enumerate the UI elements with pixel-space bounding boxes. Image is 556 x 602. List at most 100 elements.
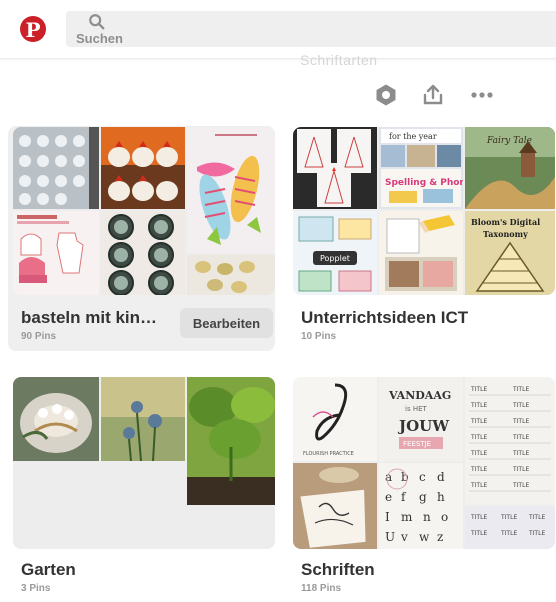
cover-image: TITLE TITLE TITLE TITLE TITLE TITLE xyxy=(465,507,555,549)
svg-text:h: h xyxy=(437,490,445,504)
board-schriften[interactable]: FLOURISH PRACTICE VANDAAG is HET JOUW FE… xyxy=(293,377,555,594)
flourish-caption: FLOURISH PRACTICE xyxy=(303,451,354,457)
cover-image xyxy=(187,377,275,505)
board-title[interactable]: basteln mit kin… xyxy=(21,308,157,328)
settings-hexagon-icon xyxy=(376,84,396,106)
board-cover[interactable] xyxy=(13,377,275,549)
cover-image: Fairy Tale xyxy=(465,127,555,209)
feestje-caption: FEESTJE xyxy=(403,440,431,448)
title-sample: TITLE xyxy=(470,530,487,537)
board-garten[interactable]: Garten 3 Pins xyxy=(13,377,275,594)
cover-image xyxy=(187,127,275,253)
fairy-tale-caption: Fairy Tale xyxy=(486,136,532,146)
title-sample: TITLE xyxy=(470,434,487,441)
board-cover[interactable] xyxy=(13,127,275,295)
cover-image xyxy=(13,377,99,461)
cover-image xyxy=(293,463,377,549)
svg-text:v: v xyxy=(400,530,408,544)
edit-board-button[interactable]: Bearbeiten xyxy=(180,308,273,338)
svg-text:I: I xyxy=(385,510,390,524)
board-pin-count: 118 Pins xyxy=(301,583,342,594)
more-dots-icon xyxy=(471,92,493,98)
title-sample: TITLE xyxy=(470,514,487,521)
cover-image: Popplet xyxy=(293,211,377,295)
title-sample: TITLE xyxy=(512,450,529,457)
vandaag-caption: VANDAAG xyxy=(388,389,451,402)
title-sample: TITLE xyxy=(470,402,487,409)
board-title[interactable]: Garten xyxy=(21,560,76,580)
svg-text:U: U xyxy=(385,530,395,544)
cover-image xyxy=(293,127,377,209)
cover-placeholder xyxy=(13,463,99,549)
cover-image: FLOURISH PRACTICE xyxy=(293,377,377,461)
board-cover[interactable]: for the year Spelling & Phonics Fairy Ta… xyxy=(293,127,555,295)
search-input[interactable]: Suchen xyxy=(76,31,123,46)
popplet-caption: Popplet xyxy=(320,254,350,263)
svg-text:o: o xyxy=(441,510,448,524)
board-pin-count: 90 Pins xyxy=(21,331,57,342)
title-sample: TITLE xyxy=(470,386,487,393)
svg-text:c: c xyxy=(419,470,426,484)
cover-image: for the year Spelling & Phonics xyxy=(379,127,463,209)
jouw-caption: JOUW xyxy=(397,417,450,435)
svg-text:a: a xyxy=(385,470,392,484)
search-bar[interactable]: Suchen xyxy=(66,11,556,47)
share-button[interactable] xyxy=(420,82,446,108)
title-sample: TITLE xyxy=(512,402,529,409)
share-upload-icon xyxy=(423,84,443,105)
cover-image xyxy=(101,211,185,295)
title-sample: TITLE xyxy=(500,514,517,521)
title-sample: TITLE xyxy=(512,434,529,441)
board-pin-count: 3 Pins xyxy=(21,583,51,594)
cover-image: abcd efgh Imno Uvwz xyxy=(379,463,463,549)
cover-image: Bloom's Digital Taxonomy xyxy=(465,211,555,295)
title-sample: TITLE xyxy=(470,418,487,425)
title-sample: TITLE xyxy=(512,386,529,393)
svg-text:g: g xyxy=(419,490,427,504)
logo-letter: P xyxy=(25,17,41,42)
svg-text:for the year: for the year xyxy=(389,132,437,141)
cover-image xyxy=(187,255,275,295)
top-header: P Suchen xyxy=(0,0,556,59)
title-sample: TITLE xyxy=(512,482,529,489)
cover-image: TITLE TITLE TITLE TITLE TITLE TITLE TITL… xyxy=(465,377,555,505)
title-sample: TITLE xyxy=(528,530,545,537)
is-het-caption: is HET xyxy=(405,405,428,413)
svg-text:w: w xyxy=(419,530,430,544)
title-sample: TITLE xyxy=(512,418,529,425)
more-options-button[interactable] xyxy=(469,82,495,108)
title-sample: TITLE xyxy=(470,450,487,457)
cover-image xyxy=(13,127,99,209)
cover-image xyxy=(13,211,99,295)
cover-image xyxy=(379,211,463,295)
svg-text:b: b xyxy=(401,470,409,484)
board-cover[interactable]: FLOURISH PRACTICE VANDAAG is HET JOUW FE… xyxy=(293,377,555,549)
cover-image xyxy=(101,127,185,209)
svg-text:z: z xyxy=(437,530,443,544)
board-title[interactable]: Unterrichtsideen ICT xyxy=(301,308,468,328)
svg-text:e: e xyxy=(385,490,392,504)
cover-image: VANDAAG is HET JOUW FEESTJE xyxy=(379,377,463,461)
ghost-title: Schriftarten xyxy=(300,52,378,68)
title-sample: TITLE xyxy=(470,466,487,473)
board-basteln[interactable]: basteln mit kin… 90 Pins xyxy=(13,127,275,342)
search-icon xyxy=(89,14,105,30)
spelling-caption: Spelling & Phonics xyxy=(385,178,463,188)
svg-text:Bloom's Digital: Bloom's Digital xyxy=(471,217,540,227)
cover-placeholder xyxy=(187,507,275,549)
cover-image xyxy=(101,377,185,461)
svg-text:n: n xyxy=(423,510,431,524)
settings-button[interactable] xyxy=(373,82,399,108)
board-pin-count: 10 Pins xyxy=(301,331,337,342)
title-sample: TITLE xyxy=(512,466,529,473)
title-sample: TITLE xyxy=(500,530,517,537)
cover-placeholder xyxy=(101,463,185,549)
title-sample: TITLE xyxy=(528,514,545,521)
svg-text:m: m xyxy=(401,510,413,524)
svg-text:Taxonomy: Taxonomy xyxy=(483,229,528,239)
board-title[interactable]: Schriften xyxy=(301,560,375,580)
pinterest-logo-icon[interactable]: P xyxy=(20,16,46,42)
board-unterrichtsideen[interactable]: for the year Spelling & Phonics Fairy Ta… xyxy=(293,127,555,342)
svg-text:d: d xyxy=(437,470,445,484)
title-sample: TITLE xyxy=(470,482,487,489)
